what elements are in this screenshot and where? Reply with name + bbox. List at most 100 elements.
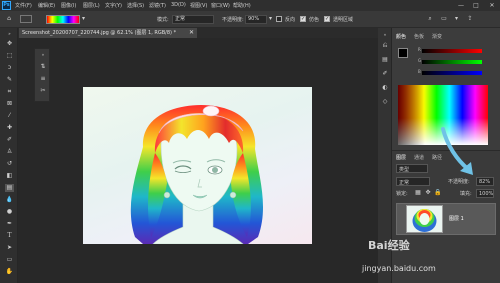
- blur-tool-icon[interactable]: 💧: [5, 196, 14, 204]
- menu-filter[interactable]: 滤镜(T): [149, 2, 166, 9]
- fill-value: 100%: [479, 191, 494, 197]
- baidu-watermark: Bai经验 jingyan.baidu.com: [360, 232, 500, 283]
- crop-tool-icon[interactable]: ⌗: [5, 88, 14, 96]
- collapse-icon[interactable]: «: [381, 31, 389, 39]
- dodge-tool-icon[interactable]: ●: [5, 208, 14, 216]
- minimize-button[interactable]: —: [456, 1, 466, 10]
- menu-file[interactable]: 文件(F): [15, 2, 32, 9]
- close-tab-icon[interactable]: ✕: [189, 28, 194, 38]
- collapse-icon[interactable]: »: [5, 30, 14, 38]
- gradient-tool-preset-icon[interactable]: [20, 15, 32, 23]
- workspace-icon[interactable]: ▭: [440, 15, 448, 23]
- menu-layer[interactable]: 图层(L): [83, 2, 100, 9]
- adjustments-icon[interactable]: ◐: [381, 84, 389, 92]
- lock-all-icon[interactable]: 🔒: [434, 189, 442, 197]
- lasso-tool-icon[interactable]: ↄ: [5, 64, 14, 72]
- blue-slider[interactable]: [422, 71, 482, 75]
- quick-select-tool-icon[interactable]: ✎: [5, 76, 14, 84]
- chevron-down-icon[interactable]: ▾: [454, 15, 459, 23]
- maximize-button[interactable]: □: [471, 1, 481, 10]
- home-icon[interactable]: ⌂: [4, 15, 14, 23]
- eyedropper-tool-icon[interactable]: ⁄: [5, 112, 14, 120]
- rainbow-girl-illustration: [130, 105, 263, 244]
- blend-mode-select[interactable]: 正常: [396, 177, 430, 186]
- green-channel-label: G: [418, 58, 422, 63]
- document-tab-title: Screenshot_20200707_220744.jpg @ 62.1% (…: [22, 30, 177, 36]
- menu-3d[interactable]: 3D(D): [171, 2, 186, 8]
- menu-window[interactable]: 窗口(W): [211, 2, 230, 9]
- tab-layers[interactable]: 图层: [396, 154, 406, 161]
- options-bar: ⌂ ▾ 模式: 正常 不透明度: 90% ▾ 反向 ✓ 仿色 ✓ 透明区域 ⌕ …: [0, 11, 500, 28]
- history-icon[interactable]: ⎌: [381, 42, 389, 50]
- frame-tool-icon[interactable]: ⊠: [5, 100, 14, 108]
- share-icon[interactable]: ⇪: [466, 15, 474, 23]
- lock-position-icon[interactable]: ✥: [424, 189, 432, 197]
- layer-thumbnail[interactable]: [406, 205, 443, 233]
- path-select-tool-icon[interactable]: ➤: [5, 244, 14, 252]
- sliders-icon[interactable]: ≡: [39, 75, 47, 83]
- clone-stamp-tool-icon[interactable]: ♙: [5, 148, 14, 156]
- fill-field[interactable]: 100%: [476, 189, 494, 198]
- eraser-tool-icon[interactable]: ◧: [5, 172, 14, 180]
- tools-panel: » ✥ ⬚ ↄ ✎ ⌗ ⊠ ⁄ ✚ ✐ ♙ ↺ ◧ ▤ 💧 ● ✒ T ➤ ▭ …: [0, 28, 18, 283]
- menu-type[interactable]: 文字(Y): [105, 2, 122, 9]
- menu-image[interactable]: 图像(I): [61, 2, 76, 9]
- brush-tool-icon[interactable]: ✐: [5, 136, 14, 144]
- opacity-value: 90%: [248, 16, 260, 22]
- document-canvas[interactable]: [83, 87, 312, 244]
- document-tab[interactable]: Screenshot_20200707_220744.jpg @ 62.1% (…: [19, 28, 197, 38]
- blue-channel-label: B: [418, 69, 421, 74]
- hand-tool-icon[interactable]: ✋: [5, 268, 14, 276]
- red-slider[interactable]: [422, 49, 482, 53]
- type-tool-icon[interactable]: T: [5, 232, 14, 240]
- tab-swatches[interactable]: 色板: [414, 33, 424, 40]
- close-window-button[interactable]: ✕: [487, 1, 497, 10]
- dither-label: 仿色: [309, 17, 320, 23]
- foreground-color-swatch[interactable]: [398, 48, 408, 58]
- properties-icon[interactable]: ▤: [381, 56, 389, 64]
- layer-filter-value: 类型: [399, 167, 410, 173]
- blend-mode-value: 正常: [399, 180, 410, 186]
- mode-value: 正常: [175, 16, 186, 22]
- search-icon[interactable]: ⌕: [426, 15, 434, 23]
- menu-edit[interactable]: 编辑(E): [38, 2, 55, 9]
- transparency-checkbox[interactable]: ✓: [324, 16, 330, 22]
- layer-name[interactable]: 图层 1: [449, 215, 464, 222]
- scissors-icon[interactable]: ✂: [39, 87, 47, 95]
- adjust-icon[interactable]: ⇅: [39, 63, 47, 71]
- gradient-tool-icon[interactable]: ▤: [5, 184, 14, 192]
- collapse-icon[interactable]: »: [39, 51, 47, 59]
- shape-tool-icon[interactable]: ▭: [5, 256, 14, 264]
- watermark-url: jingyan.baidu.com: [362, 264, 436, 273]
- tab-channels[interactable]: 通道: [414, 154, 424, 161]
- transparency-label: 透明区域: [333, 17, 354, 23]
- menu-view[interactable]: 视图(V): [190, 2, 207, 9]
- move-tool-icon[interactable]: ✥: [5, 40, 14, 48]
- healing-brush-tool-icon[interactable]: ✚: [5, 124, 14, 132]
- green-slider[interactable]: [422, 60, 482, 64]
- lock-pixels-icon[interactable]: ▦: [414, 189, 422, 197]
- dither-checkbox[interactable]: ✓: [300, 16, 306, 22]
- opacity-field[interactable]: 90%: [245, 15, 267, 24]
- tab-color[interactable]: 颜色: [396, 33, 406, 40]
- menu-help[interactable]: 帮助(H): [233, 2, 251, 9]
- watermark-brand: Bai经验: [368, 239, 410, 252]
- reverse-checkbox[interactable]: [276, 16, 282, 22]
- pen-tool-icon[interactable]: ✒: [5, 220, 14, 228]
- layer-thumbnail-image: [407, 206, 442, 232]
- mode-select[interactable]: 正常: [172, 15, 214, 24]
- brush-settings-icon[interactable]: ✐: [381, 70, 389, 78]
- menu-select[interactable]: 选择(S): [127, 2, 144, 9]
- chevron-down-icon[interactable]: ▾: [81, 15, 86, 23]
- photoshop-logo-icon: Ps: [2, 1, 11, 10]
- marquee-tool-icon[interactable]: ⬚: [5, 52, 14, 60]
- gradient-picker[interactable]: [46, 15, 80, 24]
- history-brush-tool-icon[interactable]: ↺: [5, 160, 14, 168]
- tab-gradient[interactable]: 渐变: [432, 33, 442, 40]
- fill-label: 填充:: [460, 191, 472, 197]
- styles-icon[interactable]: ◇: [381, 98, 389, 106]
- reverse-label: 反向: [285, 17, 296, 23]
- layer-opacity-value: 82%: [479, 179, 491, 185]
- layer-filter-select[interactable]: 类型: [396, 164, 428, 173]
- chevron-down-icon[interactable]: ▾: [268, 15, 273, 23]
